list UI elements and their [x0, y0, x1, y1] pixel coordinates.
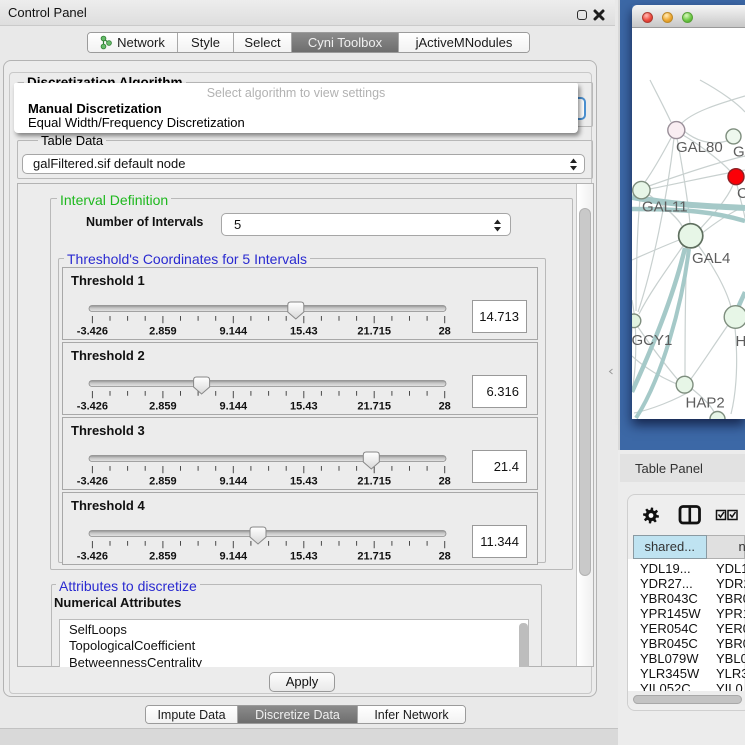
- svg-text:28: 28: [439, 551, 451, 563]
- svg-text:2.859: 2.859: [149, 401, 177, 413]
- svg-text:15.43: 15.43: [290, 401, 318, 413]
- svg-text:HAP2: HAP2: [686, 395, 725, 412]
- svg-text:GAL4: GAL4: [692, 250, 730, 267]
- svg-text:-3.426: -3.426: [77, 401, 108, 413]
- svg-text:9.144: 9.144: [220, 551, 248, 563]
- svg-text:-3.426: -3.426: [77, 326, 108, 338]
- svg-text:-3.426: -3.426: [77, 476, 108, 488]
- svg-text:21.715: 21.715: [357, 551, 391, 563]
- svg-text:15.43: 15.43: [290, 476, 318, 488]
- svg-text:21.715: 21.715: [357, 401, 391, 413]
- svg-text:GAL2: GAL2: [733, 144, 745, 161]
- svg-text:GAL11: GAL11: [642, 199, 688, 216]
- svg-text:-3.426: -3.426: [77, 551, 108, 563]
- svg-text:28: 28: [439, 476, 451, 488]
- svg-text:9.144: 9.144: [220, 326, 248, 338]
- svg-text:GCY1: GCY1: [632, 332, 672, 349]
- svg-text:CY: CY: [737, 185, 745, 202]
- svg-text:21.715: 21.715: [357, 476, 391, 488]
- svg-text:15.43: 15.43: [290, 551, 318, 563]
- svg-text:9.144: 9.144: [220, 476, 248, 488]
- svg-text:9.144: 9.144: [220, 401, 248, 413]
- svg-text:GAL80: GAL80: [676, 139, 723, 156]
- svg-text:HI: HI: [736, 333, 745, 350]
- svg-text:15.43: 15.43: [290, 326, 318, 338]
- svg-text:2.859: 2.859: [149, 326, 177, 338]
- svg-text:21.715: 21.715: [357, 326, 391, 338]
- svg-text:2.859: 2.859: [149, 551, 177, 563]
- svg-text:28: 28: [439, 401, 451, 413]
- svg-text:2.859: 2.859: [149, 476, 177, 488]
- svg-text:28: 28: [439, 326, 451, 338]
